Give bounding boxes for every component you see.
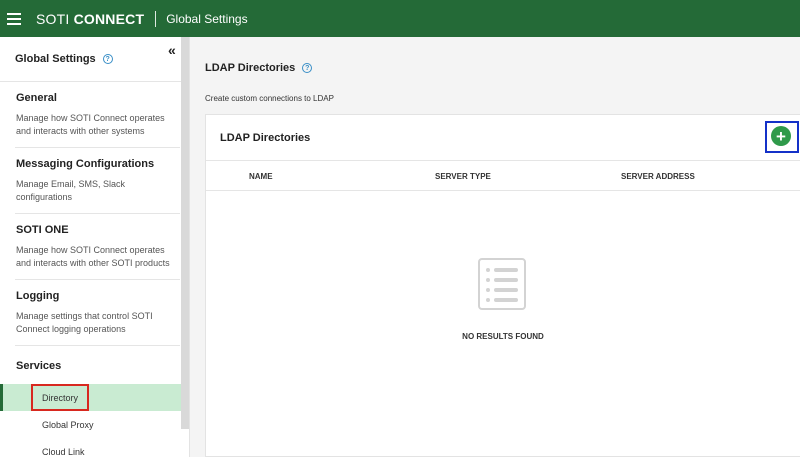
brand-light-text: SOTI [36, 10, 70, 27]
sidebar-title-text: Global Settings [15, 53, 96, 65]
section-description: Manage settings that control SOTI Connec… [16, 311, 153, 334]
sidebar-section-logging[interactable]: Logging Manage settings that control SOT… [15, 280, 180, 346]
panel-title: LDAP Directories [220, 132, 311, 144]
brand-logo: SOTI CONNECT [36, 11, 144, 27]
ldap-directories-panel: LDAP Directories + NAME SERVER TYPE SERV… [205, 114, 800, 457]
section-title: Logging [16, 290, 60, 302]
section-title: General [16, 92, 57, 104]
page-title-text: LDAP Directories [205, 62, 296, 74]
page-subtitle: Create custom connections to LDAP [205, 94, 334, 103]
sidebar-title: Global Settings? [15, 53, 113, 65]
highlight-box-red [31, 384, 89, 411]
section-title: Services [16, 360, 62, 372]
empty-state-text: NO RESULTS FOUND [462, 332, 544, 341]
sidebar-scrollbar[interactable] [181, 37, 189, 429]
hamburger-menu-icon[interactable] [7, 12, 21, 25]
plus-circle-icon[interactable]: + [771, 126, 791, 146]
sidebar-item-cloud-link[interactable]: Cloud Link [0, 438, 181, 457]
sidebar-item-directory[interactable]: Directory [0, 384, 181, 411]
sidebar-item-label: Cloud Link [42, 446, 85, 457]
top-bar: SOTI CONNECT Global Settings [0, 0, 800, 37]
section-description: Manage how SOTI Connect operates and int… [16, 245, 170, 268]
main-content: LDAP Directories? Create custom connecti… [190, 37, 800, 457]
section-title: SOTI ONE [16, 224, 69, 236]
panel-header: LDAP Directories + [206, 115, 800, 161]
empty-state: NO RESULTS FOUND [206, 192, 800, 457]
help-circle-icon[interactable]: ? [102, 54, 113, 65]
sidebar: Global Settings? « General Manage how SO… [0, 37, 190, 457]
column-header-server-type[interactable]: SERVER TYPE [435, 172, 491, 181]
header-title: Global Settings [166, 11, 248, 26]
sidebar-section-messaging[interactable]: Messaging Configurations Manage Email, S… [15, 148, 180, 214]
sidebar-section-services: Services [15, 346, 180, 384]
double-chevron-left-icon[interactable]: « [168, 42, 176, 58]
table-header: NAME SERVER TYPE SERVER ADDRESS [206, 161, 800, 191]
brand-bold-text: CONNECT [73, 10, 145, 27]
page-title: LDAP Directories? [205, 62, 313, 74]
empty-list-icon [478, 258, 526, 310]
section-description: Manage how SOTI Connect operates and int… [16, 113, 165, 136]
section-title: Messaging Configurations [16, 158, 155, 170]
column-header-name[interactable]: NAME [249, 172, 273, 181]
help-circle-icon[interactable]: ? [302, 63, 313, 74]
section-description: Manage Email, SMS, Slack configurations [16, 179, 126, 202]
sidebar-item-label: Global Proxy [42, 419, 94, 430]
sidebar-header: Global Settings? « [0, 37, 181, 82]
sidebar-item-global-proxy[interactable]: Global Proxy [0, 411, 181, 438]
sidebar-section-soti-one[interactable]: SOTI ONE Manage how SOTI Connect operate… [15, 214, 180, 280]
sidebar-section-general[interactable]: General Manage how SOTI Connect operates… [15, 82, 180, 148]
column-header-server-address[interactable]: SERVER ADDRESS [621, 172, 695, 181]
header-divider [155, 10, 157, 27]
